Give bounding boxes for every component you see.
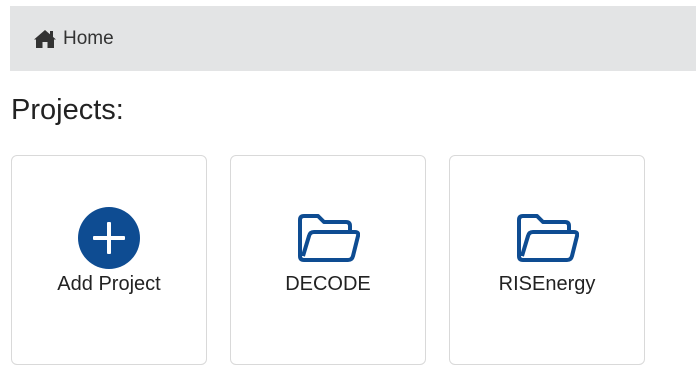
add-project-tile[interactable]: Add Project	[11, 155, 207, 365]
project-tile-decode[interactable]: DECODE	[230, 155, 426, 365]
breadcrumb-home-link[interactable]: Home	[33, 28, 114, 50]
project-tiles: Add Project DECODE RISEnergy	[11, 155, 668, 365]
page-title: Projects:	[11, 94, 124, 126]
project-label-risenergy: RISEnergy	[498, 273, 596, 295]
project-label-decode: DECODE	[285, 273, 371, 295]
add-project-label: Add Project	[57, 273, 161, 295]
plus-circle-icon	[78, 207, 140, 269]
folder-icon	[298, 214, 360, 262]
breadcrumb: Home	[10, 6, 696, 71]
project-tile-risenergy[interactable]: RISEnergy	[449, 155, 645, 365]
home-icon	[34, 29, 56, 48]
folder-icon	[517, 214, 579, 262]
breadcrumb-home-label: Home	[63, 27, 114, 49]
